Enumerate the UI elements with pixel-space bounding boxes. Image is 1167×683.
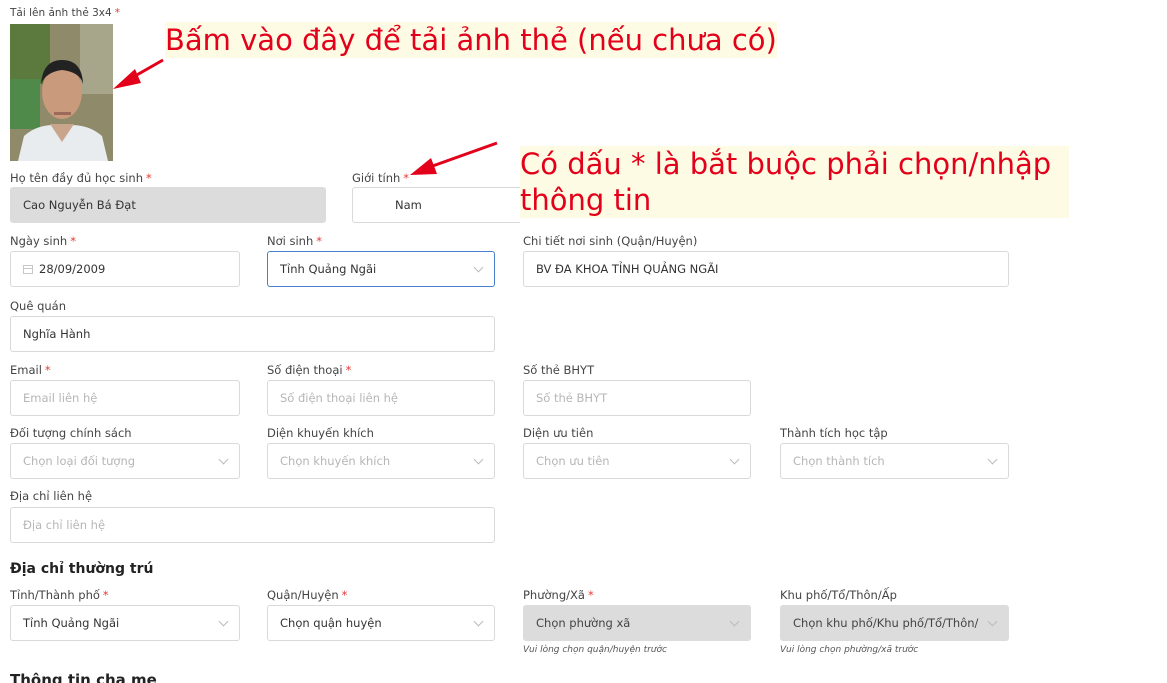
policy-select[interactable]: Chọn loại đối tượng <box>10 443 240 479</box>
hamlet-label: Khu phố/Tổ/Thôn/Ấp <box>780 588 897 602</box>
province-label: Tỉnh/Thành phố * <box>10 588 109 602</box>
residence-section-title: Địa chỉ thường trú <box>10 561 154 577</box>
gender-select[interactable]: Nam <box>352 187 520 223</box>
arrow-to-photo-icon <box>113 58 164 89</box>
birthplace-select[interactable]: Tỉnh Quảng Ngãi <box>267 251 495 287</box>
insurance-label: Số thẻ BHYT <box>523 363 595 377</box>
chevron-down-icon <box>987 454 998 465</box>
district-label: Quận/Huyện * <box>267 588 348 602</box>
priority-label: Diện ưu tiên <box>523 426 594 440</box>
encourage-select[interactable]: Chọn khuyến khích <box>267 443 495 479</box>
achievement-select[interactable]: Chọn thành tích <box>780 443 1009 479</box>
achievement-label: Thành tích học tập <box>780 426 888 440</box>
chevron-down-icon <box>987 616 998 627</box>
ward-label: Phường/Xã * <box>523 588 594 602</box>
hamlet-hint: Vui lòng chọn phường/xã trước <box>780 645 919 655</box>
hometown-label: Quê quán <box>10 299 66 313</box>
district-select[interactable]: Chọn quận huyện <box>267 605 495 641</box>
email-label: Email * <box>10 363 51 377</box>
birthplace-detail-field[interactable]: BV ĐA KHOA TỈNH QUẢNG NGÃI <box>523 251 1009 287</box>
policy-label: Đối tượng chính sách <box>10 426 132 440</box>
required-hint-line-1: Có dấu * là bắt buộc phải chọn/nhập <box>520 147 1052 181</box>
encourage-label: Diện khuyến khích <box>267 426 374 440</box>
ward-select[interactable]: Chọn phường xã <box>523 605 751 641</box>
birthplace-detail-label: Chi tiết nơi sinh (Quận/Huyện) <box>523 234 698 248</box>
full-name-field[interactable]: Cao Nguyễn Bá Đạt <box>10 187 326 223</box>
chevron-down-icon <box>473 616 484 627</box>
chevron-down-icon <box>473 262 484 273</box>
hometown-field[interactable]: Nghĩa Hành <box>10 316 495 352</box>
chevron-down-icon <box>218 616 229 627</box>
contact-address-field[interactable]: Địa chỉ liên hệ <box>10 507 495 543</box>
arrow-to-required-icon <box>410 141 498 175</box>
full-name-label: Họ tên đầy đủ học sinh * <box>10 171 152 185</box>
ward-hint: Vui lòng chọn quận/huyện trước <box>523 645 667 655</box>
phone-field[interactable]: Số điện thoại liên hệ <box>267 380 495 416</box>
dob-label: Ngày sinh * <box>10 234 76 248</box>
priority-select[interactable]: Chọn ưu tiên <box>523 443 751 479</box>
required-hint-line-2: thông tin <box>520 183 652 217</box>
hamlet-select[interactable]: Chọn khu phố/Khu phố/Tổ/Thôn/ <box>780 605 1009 641</box>
calendar-icon <box>23 264 33 274</box>
chevron-down-icon <box>729 454 740 465</box>
dob-field[interactable]: 28/09/2009 <box>10 251 240 287</box>
province-select[interactable]: Tỉnh Quảng Ngãi <box>10 605 240 641</box>
contact-address-label: Địa chỉ liên hệ <box>10 489 93 503</box>
chevron-down-icon <box>729 616 740 627</box>
required-hint-callout: Có dấu * là bắt buộc phải chọn/nhập thôn… <box>520 146 1070 218</box>
chevron-down-icon <box>473 454 484 465</box>
parents-section-title: Thông tin cha mẹ <box>10 671 157 683</box>
birthplace-label: Nơi sinh * <box>267 234 323 248</box>
gender-label: Giới tính * <box>352 171 410 185</box>
chevron-down-icon <box>218 454 229 465</box>
insurance-field[interactable]: Số thẻ BHYT <box>523 380 751 416</box>
email-field[interactable]: Email liên hệ <box>10 380 240 416</box>
phone-label: Số điện thoại * <box>267 363 352 377</box>
